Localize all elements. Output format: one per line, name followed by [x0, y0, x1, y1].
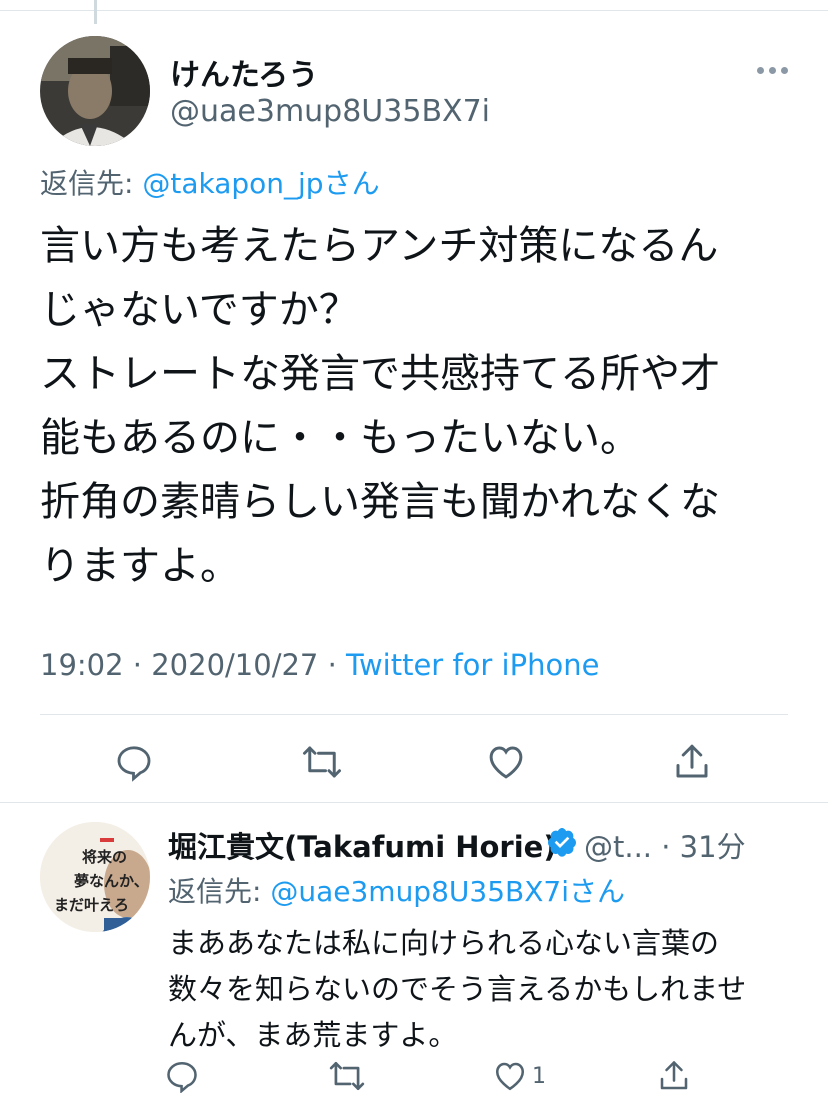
like-count: 1	[532, 1063, 546, 1089]
reply-share-icon[interactable]	[656, 1058, 692, 1093]
thread-line	[94, 0, 97, 24]
more-icon[interactable]	[752, 52, 792, 88]
svg-text:夢なんか、: 夢なんか、	[74, 872, 149, 890]
reply-reply-icon[interactable]	[164, 1058, 200, 1093]
reply-retweet-icon[interactable]	[328, 1058, 366, 1093]
reply-icon[interactable]	[110, 738, 158, 786]
user-handle[interactable]: @uae3mup8U35BX7i	[170, 94, 490, 129]
reply-reply-to-mention[interactable]: @uae3mup8U35BX7iさん	[270, 875, 625, 908]
share-icon[interactable]	[668, 738, 716, 786]
reply-to-label: 返信先:	[40, 167, 143, 200]
divider	[40, 714, 788, 715]
top-divider	[0, 10, 828, 11]
divider	[0, 802, 828, 803]
tweet-timestamp[interactable]: 19:02 · 2020/10/27 ·	[40, 648, 346, 682]
tweet-meta: 19:02 · 2020/10/27 · Twitter for iPhone	[40, 648, 599, 682]
user-avatar[interactable]	[40, 36, 150, 146]
reply-to-line: 返信先: @takapon_jpさん	[40, 162, 380, 202]
retweet-icon[interactable]	[298, 738, 346, 786]
tweet-text: 言い方も考えたらアンチ対策になるん じゃないですか？ ストレートな発言で共感持て…	[40, 223, 720, 589]
reply-display-name[interactable]: 堀江貴文(Takafumi Horie)	[168, 824, 557, 866]
reply-like-button[interactable]: 1	[492, 1058, 546, 1093]
reply-text: まああなたは私に向けられる心ない言葉の 数々を知らないのでそう言えるかもしれませ…	[168, 926, 747, 1052]
svg-text:将来の: 将来の	[82, 848, 127, 866]
verified-badge-icon	[546, 826, 578, 858]
reply-like-icon	[495, 1062, 525, 1091]
reply-reply-to-line: 返信先: @uae3mup8U35BX7iさん	[168, 870, 625, 910]
display-name[interactable]: けんたろう	[170, 50, 318, 94]
like-icon[interactable]	[482, 738, 530, 786]
svg-text:まだ叶えろ: まだ叶えろ	[54, 896, 129, 914]
reply-reply-to-label: 返信先:	[168, 875, 271, 908]
reply-handle-time[interactable]: @t... · 31分	[584, 824, 746, 866]
reply-to-mention[interactable]: @takapon_jpさん	[142, 167, 379, 200]
tweet-source[interactable]: Twitter for iPhone	[346, 648, 599, 682]
reply-avatar[interactable]: 将来の 夢なんか、 まだ叶えろ	[40, 822, 150, 932]
